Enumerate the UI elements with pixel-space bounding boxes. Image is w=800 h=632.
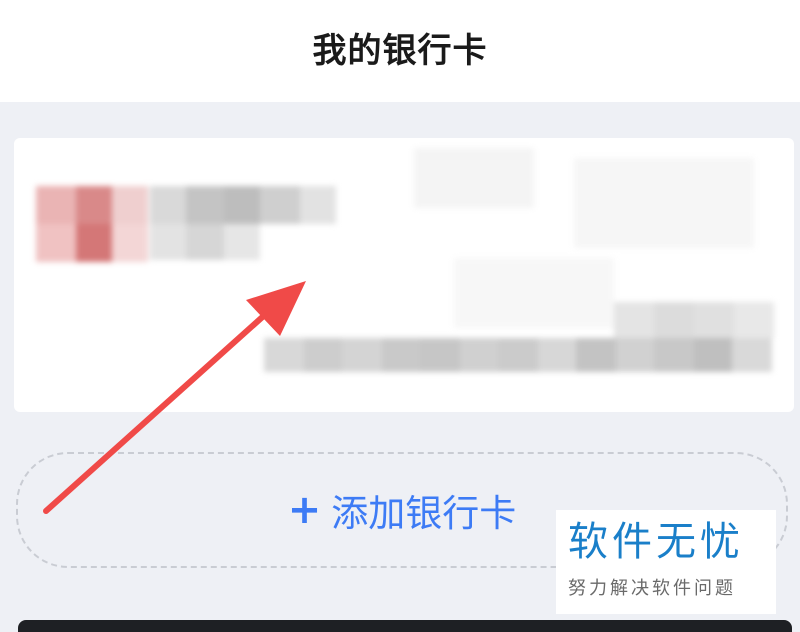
plus-icon: + — [287, 487, 322, 533]
page-title: 我的银行卡 — [312, 30, 488, 71]
add-bank-card-label: 添加银行卡 — [331, 492, 517, 535]
watermark-logo: 软件无忧 努力解决软件问题 — [556, 510, 776, 614]
watermark-subtitle: 努力解决软件问题 — [568, 578, 736, 599]
watermark-title: 软件无忧 — [568, 519, 744, 565]
bottom-card-edge — [18, 620, 792, 632]
page-header: 我的银行卡 — [0, 0, 800, 102]
bank-card[interactable] — [14, 138, 794, 412]
card-mosaic — [14, 138, 794, 412]
